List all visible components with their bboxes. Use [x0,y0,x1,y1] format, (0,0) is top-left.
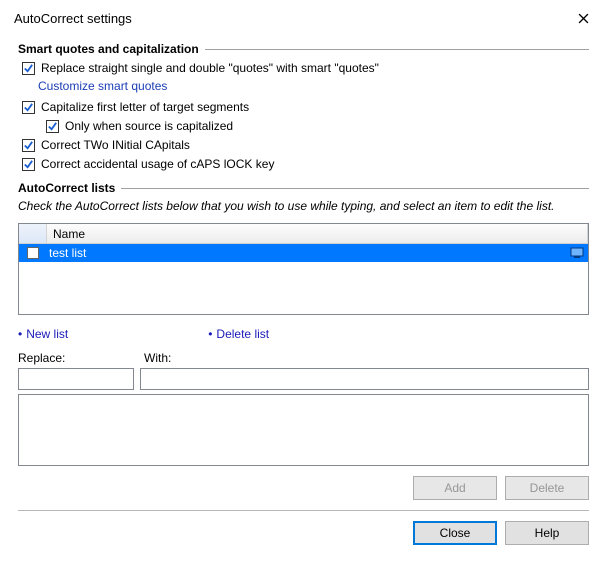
group-lists-title: AutoCorrect lists [18,181,115,195]
dialog-buttons: Close Help [18,521,589,545]
checkbox-two-initial-capitals[interactable] [22,139,35,152]
with-label: With: [144,351,171,365]
divider [121,188,589,189]
option-only-when-source-label: Only when source is capitalized [65,119,233,133]
replace-input[interactable] [18,368,134,390]
table-row[interactable]: test list [19,244,588,262]
option-two-initial-capitals-label: Correct TWo INitial CApitals [41,138,190,152]
checkbox-replace-quotes[interactable] [22,62,35,75]
row-checkbox[interactable] [27,247,39,259]
group-smart-quotes-header: Smart quotes and capitalization [18,42,589,56]
option-replace-quotes[interactable]: Replace straight single and double "quot… [22,61,589,75]
divider [205,49,589,50]
checkbox-only-when-source[interactable] [46,120,59,133]
checkbox-capitalize-first[interactable] [22,101,35,114]
close-icon[interactable] [569,8,597,28]
checkbox-caps-lock[interactable] [22,158,35,171]
content-area: Smart quotes and capitalization Replace … [0,34,607,573]
add-delete-row: Add Delete [18,476,589,500]
autocorrect-dialog: AutoCorrect settings Smart quotes and ca… [0,0,607,573]
entries-listbox[interactable] [18,394,589,466]
replace-with-inputs [18,368,589,390]
add-button: Add [413,476,497,500]
delete-button: Delete [505,476,589,500]
group-lists-header: AutoCorrect lists [18,181,589,195]
lists-col-name[interactable]: Name [47,224,588,243]
customize-smart-quotes-link[interactable]: Customize smart quotes [38,79,589,93]
replace-label: Replace: [18,351,134,365]
lists-col-check[interactable] [19,224,47,243]
row-name: test list [47,246,566,260]
list-action-links: New list Delete list [18,327,589,341]
option-caps-lock[interactable]: Correct accidental usage of cAPS lOCK ke… [22,157,589,171]
replace-with-labels: Replace: With: [18,351,589,365]
option-caps-lock-label: Correct accidental usage of cAPS lOCK ke… [41,157,274,171]
new-list-link[interactable]: New list [18,327,68,341]
delete-list-link[interactable]: Delete list [208,327,269,341]
lists-table-header: Name [19,224,588,244]
option-replace-quotes-label: Replace straight single and double "quot… [41,61,379,75]
group-smart-quotes-title: Smart quotes and capitalization [18,42,199,56]
window-title: AutoCorrect settings [14,11,132,26]
option-only-when-source[interactable]: Only when source is capitalized [46,119,589,133]
option-capitalize-first[interactable]: Capitalize first letter of target segmen… [22,100,589,114]
titlebar: AutoCorrect settings [0,0,607,34]
option-two-initial-capitals[interactable]: Correct TWo INitial CApitals [22,138,589,152]
computer-icon [566,247,588,259]
divider [18,510,589,511]
lists-table: Name test list [18,223,589,315]
with-input[interactable] [140,368,589,390]
row-check-cell [19,247,47,259]
option-capitalize-first-label: Capitalize first letter of target segmen… [41,100,249,114]
lists-instruction: Check the AutoCorrect lists below that y… [18,199,589,213]
close-button[interactable]: Close [413,521,497,545]
help-button[interactable]: Help [505,521,589,545]
